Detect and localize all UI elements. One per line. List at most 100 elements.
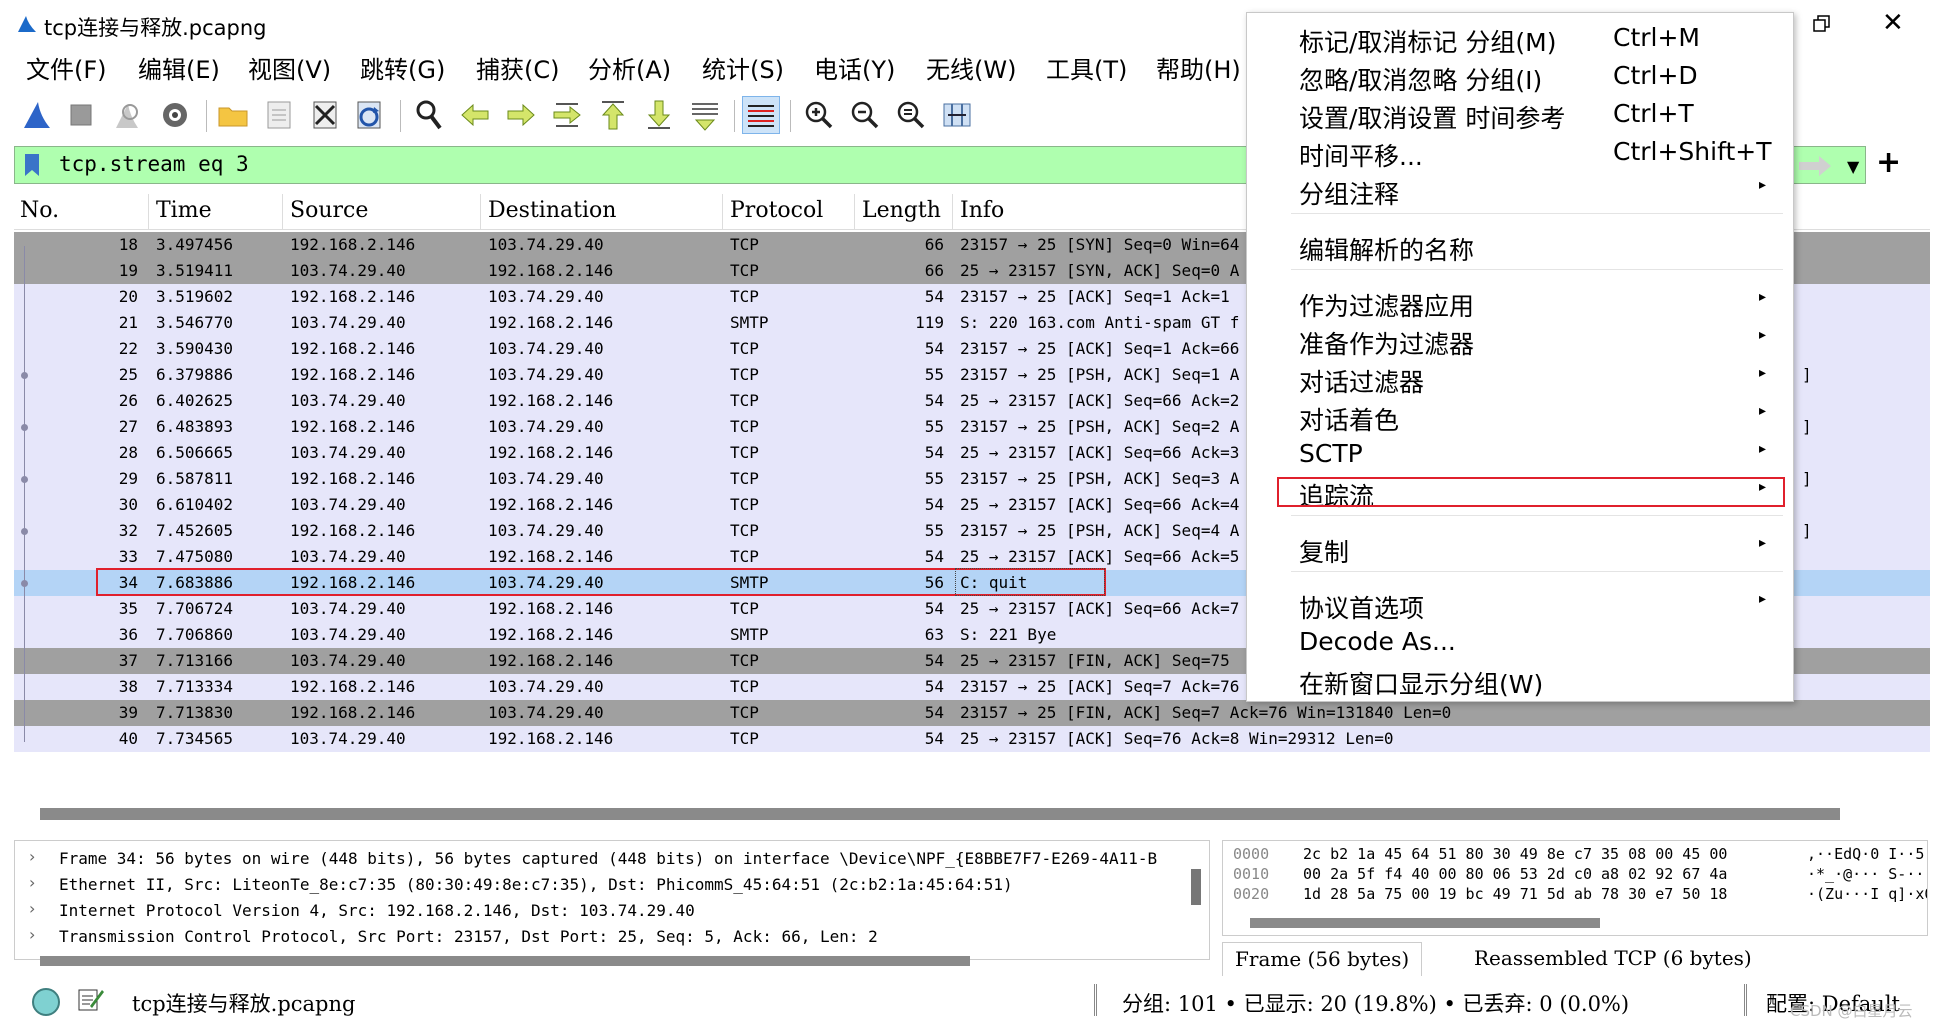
cell-no: 25 — [118, 365, 138, 384]
column-header-protocol[interactable]: Protocol — [730, 198, 823, 223]
column-header-source[interactable]: Source — [290, 198, 368, 223]
column-header-destination[interactable]: Destination — [488, 198, 616, 223]
cell-dst: 192.168.2.146 — [488, 729, 614, 748]
menu-statistics[interactable]: 统计(S) — [702, 50, 784, 85]
cell-no: 26 — [118, 391, 138, 410]
cell-no: 29 — [118, 469, 138, 488]
ctx-conversation-filter[interactable]: 对话过滤器 ▸ — [1247, 359, 1795, 397]
column-header-length[interactable]: Length — [862, 198, 941, 223]
go-first-icon[interactable] — [594, 96, 632, 134]
restore-window-icon[interactable] — [1812, 14, 1832, 34]
conversation-bracket-line — [24, 246, 25, 742]
ctx-colorize-conversation[interactable]: 对话着色 ▸ — [1247, 397, 1795, 435]
cell-time: 6.379886 — [156, 365, 234, 384]
apply-filter-arrow-icon[interactable] — [1795, 151, 1835, 181]
go-back-icon[interactable] — [456, 96, 494, 134]
cell-proto: TCP — [730, 443, 759, 462]
cell-no: 22 — [118, 339, 138, 358]
cell-info-tail: ] — [1802, 521, 1812, 540]
detail-row-frame[interactable]: › Frame 34: 56 bytes on wire (448 bits),… — [15, 845, 1205, 871]
ctx-protocol-preferences[interactable]: 协议首选项 ▸ — [1247, 585, 1795, 623]
ctx-time-shift[interactable]: 时间平移... Ctrl+Shift+T — [1247, 133, 1795, 171]
display-filter-input[interactable]: tcp.stream eq 3 — [59, 152, 249, 176]
tab-reassembled-tcp[interactable]: Reassembled TCP (6 bytes) — [1462, 942, 1764, 976]
ctx-prepare-as-filter[interactable]: 准备作为过滤器 ▸ — [1247, 321, 1795, 359]
ctx-packet-comment[interactable]: 分组注释 ▸ — [1247, 171, 1795, 209]
close-file-icon[interactable] — [306, 96, 344, 134]
reload-file-icon[interactable] — [350, 96, 388, 134]
menu-analyze[interactable]: 分析(A) — [588, 50, 671, 85]
go-to-packet-icon[interactable] — [548, 96, 586, 134]
menu-help[interactable]: 帮助(H) — [1156, 50, 1241, 85]
capture-options-icon[interactable] — [156, 96, 194, 134]
bytes-horizontal-scrollbar[interactable] — [1250, 918, 1600, 928]
restart-capture-icon[interactable] — [108, 96, 146, 134]
menu-edit[interactable]: 编辑(E) — [138, 50, 220, 85]
table-row[interactable]: 40 7.734565 103.74.29.40 192.168.2.146 TCP 54… — [14, 726, 1930, 752]
detail-row-ethernet[interactable]: › Ethernet II, Src: LiteonTe_8e:c7:35 (8… — [15, 871, 1205, 897]
table-row[interactable]: 39 7.713830 192.168.2.146 103.74.29.40 TCP 54… — [14, 700, 1930, 726]
menu-go[interactable]: 跳转(G) — [360, 50, 445, 85]
details-vertical-scrollbar[interactable] — [1191, 869, 1201, 905]
find-packet-icon[interactable] — [410, 96, 448, 134]
capture-comment-icon[interactable] — [76, 984, 106, 1014]
cell-dst: 103.74.29.40 — [488, 365, 604, 384]
ctx-show-packet-new-window[interactable]: 在新窗口显示分组(W) — [1247, 661, 1795, 699]
menu-wireless[interactable]: 无线(W) — [926, 50, 1016, 85]
column-header-no[interactable]: No. — [20, 198, 59, 223]
filter-history-dropdown-icon[interactable]: ▼ — [1847, 157, 1859, 176]
add-filter-button[interactable]: + — [1876, 148, 1901, 178]
ctx-decode-as[interactable]: Decode As... — [1247, 623, 1795, 659]
autoscroll-icon[interactable] — [686, 96, 724, 134]
cell-time: 7.713334 — [156, 677, 234, 696]
cell-info: 25 → 23157 [ACK] Seq=66 Ack=4 — [960, 495, 1240, 514]
menu-telephony[interactable]: 电话(Y) — [814, 50, 895, 85]
cell-dst: 192.168.2.146 — [488, 651, 614, 670]
expand-chevron-icon[interactable]: › — [29, 847, 35, 866]
packet-list-horizontal-scrollbar[interactable] — [40, 808, 1840, 820]
cell-no: 21 — [118, 313, 138, 332]
go-last-icon[interactable] — [640, 96, 678, 134]
column-header-time[interactable]: Time — [156, 198, 212, 223]
expand-chevron-icon[interactable]: › — [29, 873, 35, 892]
cell-proto: TCP — [730, 235, 759, 254]
resize-columns-icon[interactable] — [938, 96, 976, 134]
cell-info: 23157 → 25 [ACK] Seq=7 Ack=76 — [960, 677, 1240, 696]
ctx-apply-as-filter[interactable]: 作为过滤器应用 ▸ — [1247, 283, 1795, 321]
expert-info-icon[interactable] — [32, 988, 60, 1016]
cell-time: 3.519602 — [156, 287, 234, 306]
bookmark-icon[interactable] — [23, 152, 41, 178]
open-file-icon[interactable] — [214, 96, 252, 134]
ctx-edit-resolved-name[interactable]: 编辑解析的名称 — [1247, 227, 1795, 265]
go-forward-icon[interactable] — [502, 96, 540, 134]
details-horizontal-scrollbar[interactable] — [40, 956, 970, 966]
detail-row-ipv4[interactable]: › Internet Protocol Version 4, Src: 192.… — [15, 897, 1205, 923]
cell-no: 33 — [118, 547, 138, 566]
expand-chevron-icon[interactable]: › — [29, 925, 35, 944]
stop-capture-icon[interactable] — [62, 96, 100, 134]
zoom-out-icon[interactable] — [846, 96, 884, 134]
ctx-mark-packet[interactable]: 标记/取消标记 分组(M) Ctrl+M — [1247, 19, 1795, 57]
zoom-in-icon[interactable] — [800, 96, 838, 134]
normal-size-icon[interactable] — [892, 96, 930, 134]
ctx-copy[interactable]: 复制 ▸ — [1247, 529, 1795, 567]
ctx-sctp[interactable]: SCTP ▸ — [1247, 435, 1795, 471]
cell-time: 6.483893 — [156, 417, 234, 436]
detail-row-tcp[interactable]: › Transmission Control Protocol, Src Por… — [15, 923, 1205, 949]
menu-file[interactable]: 文件(F) — [26, 50, 107, 85]
ctx-time-reference[interactable]: 设置/取消设置 时间参考 Ctrl+T — [1247, 95, 1795, 133]
column-header-info[interactable]: Info — [960, 198, 1004, 223]
cell-time: 6.587811 — [156, 469, 234, 488]
tab-frame-bytes[interactable]: Frame (56 bytes) — [1222, 942, 1423, 976]
menu-capture[interactable]: 捕获(C) — [476, 50, 559, 85]
colorize-icon[interactable] — [742, 96, 780, 134]
cell-src: 192.168.2.146 — [290, 339, 416, 358]
shark-fin-start-icon[interactable] — [18, 96, 56, 134]
expand-chevron-icon[interactable]: › — [29, 899, 35, 918]
cell-len: 63 — [924, 625, 944, 644]
close-window-button[interactable]: ✕ — [1882, 10, 1904, 36]
menu-tools[interactable]: 工具(T) — [1046, 50, 1127, 85]
ctx-ignore-packet[interactable]: 忽略/取消忽略 分组(I) Ctrl+D — [1247, 57, 1795, 95]
save-file-icon[interactable] — [260, 96, 298, 134]
menu-view[interactable]: 视图(V) — [248, 50, 331, 85]
